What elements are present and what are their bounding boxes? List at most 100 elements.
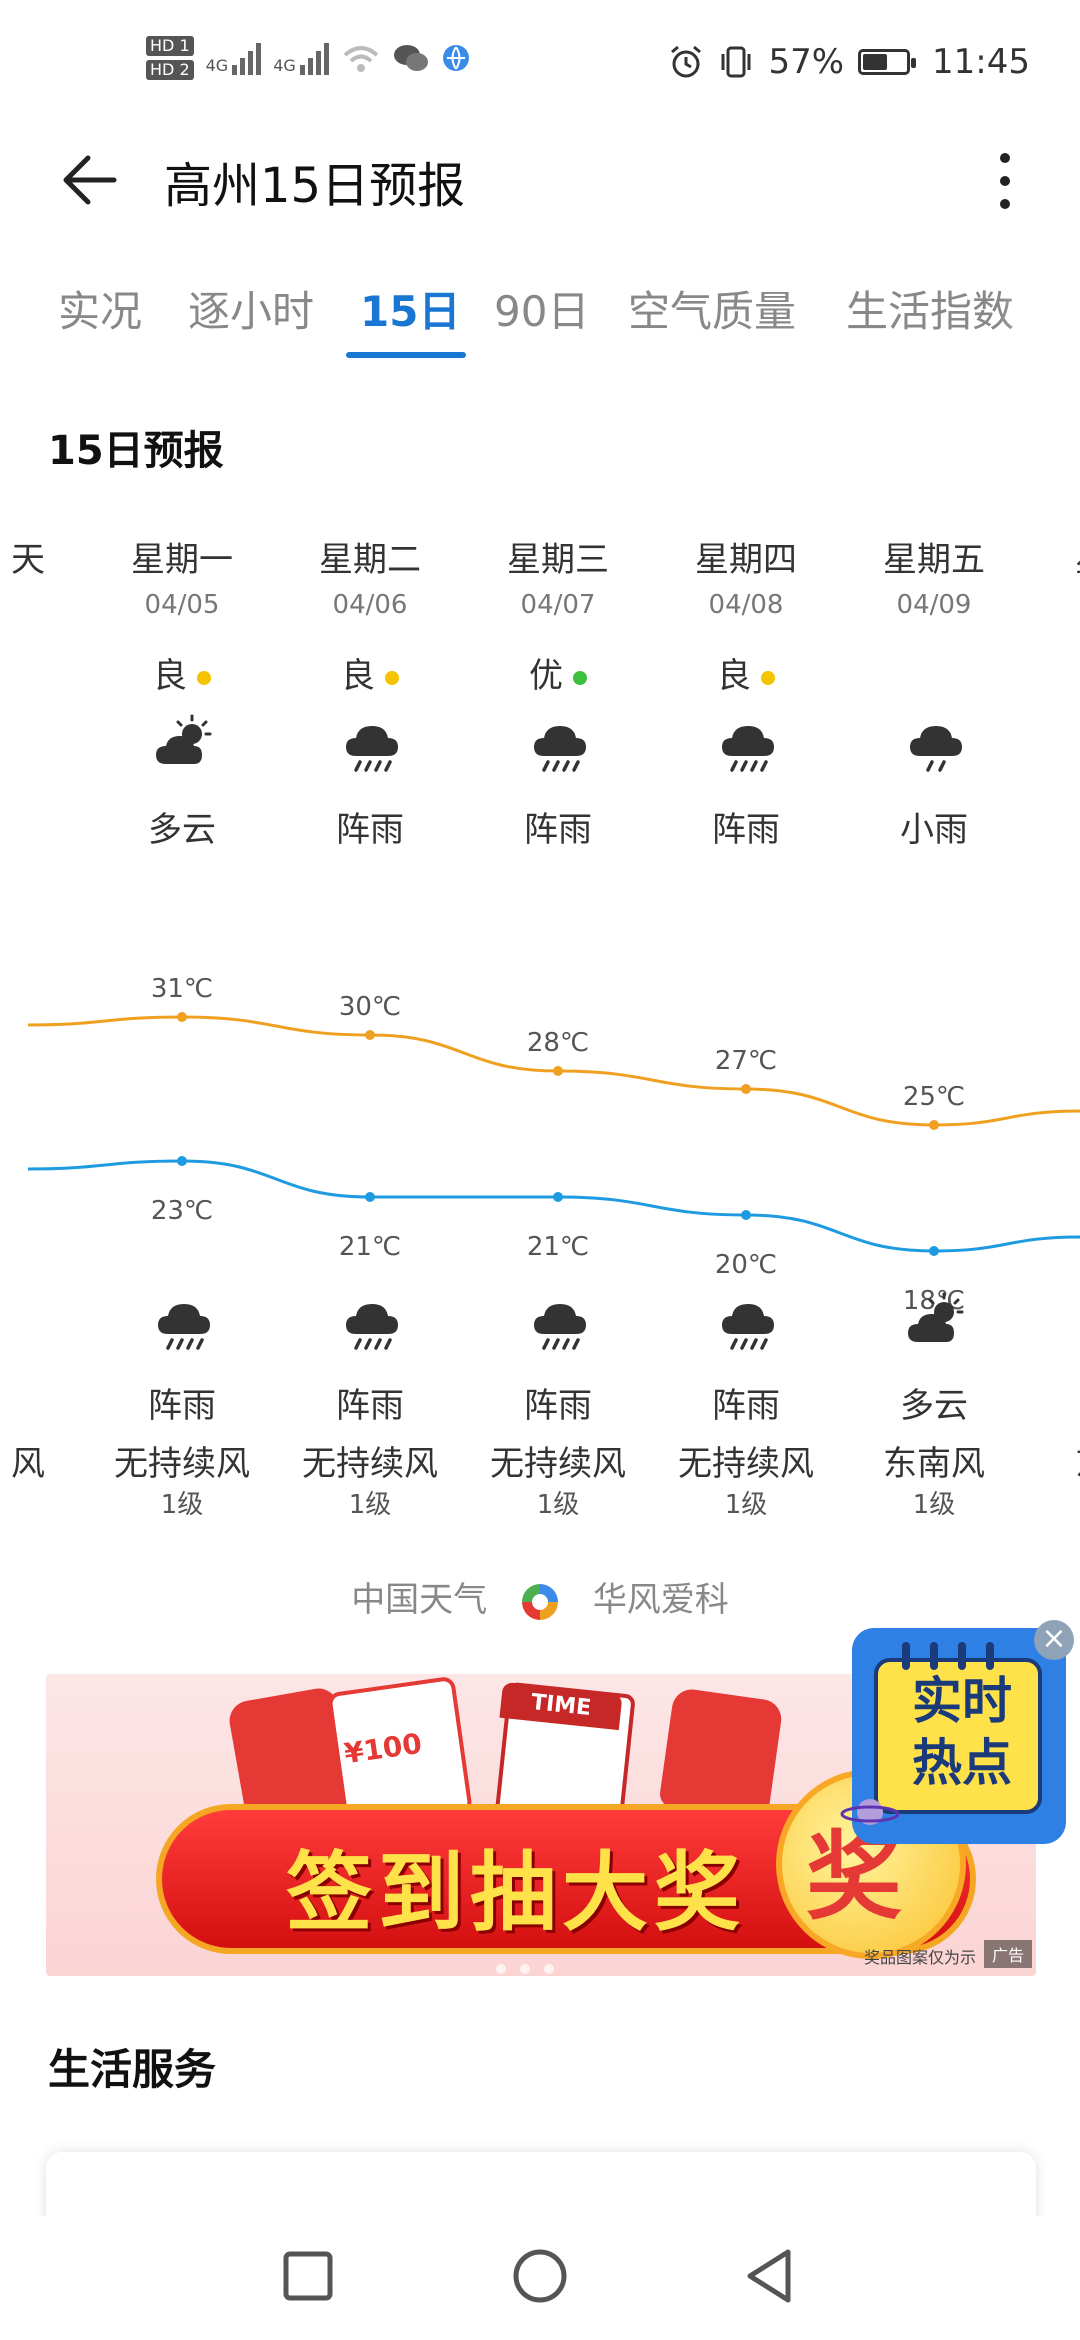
wind-level: 1级 [348, 1490, 392, 1520]
high-temp-label: 30℃ [339, 992, 401, 1022]
night-weather: 阵雨 [524, 1386, 592, 1426]
recent-apps-icon[interactable] [278, 2246, 338, 2306]
sim-indicators: HD 1 HD 2 [146, 36, 194, 80]
page-title: 高州15日预报 [164, 158, 466, 214]
tab-90day[interactable]: 90日 [494, 278, 589, 339]
tab-air-quality[interactable]: 空气质量 [628, 278, 796, 339]
battery-icon [858, 49, 917, 75]
partly-cloudy-night-icon [904, 1290, 968, 1354]
wind-direction: 东 [997, 1436, 1080, 1485]
date: 04/09 [896, 590, 972, 620]
hot-topics-label: 实时 热点 [912, 1672, 1012, 1792]
notebook-rings-icon [902, 1642, 994, 1670]
light-rain-icon [904, 712, 968, 776]
close-icon[interactable]: × [1034, 1620, 1074, 1660]
home-icon[interactable] [510, 2246, 570, 2306]
tab-hourly[interactable]: 逐小时 [188, 278, 314, 339]
tab-15day[interactable]: 15日 [360, 278, 460, 339]
status-left: HD 1 HD 2 4G 4G [146, 36, 471, 80]
more-options-icon[interactable] [990, 150, 1020, 212]
wind-direction: 无持续风 [114, 1444, 250, 1484]
night-weather: 阵雨 [712, 1386, 780, 1426]
high-temp-point [929, 1120, 939, 1130]
day-of-week: 星期一 [131, 540, 233, 580]
day-weather: 阵雨 [712, 810, 780, 850]
shower-icon [528, 712, 592, 776]
day-of-week: 星期三 [507, 540, 609, 580]
high-temp-point [741, 1084, 751, 1094]
planet-icon [840, 1799, 900, 1825]
section-title: 15日预报 [48, 428, 224, 474]
wind-direction: 无持续风 [302, 1444, 438, 1484]
wind-direction: 无持续风 [678, 1444, 814, 1484]
tab-bar: 实况 逐小时 15日 90日 空气质量 生活指数 [0, 268, 1080, 358]
shower-icon [152, 1290, 216, 1354]
low-temp-label: 21℃ [527, 1232, 589, 1262]
vibrate-icon [721, 46, 751, 78]
nav-back-icon[interactable] [740, 2246, 800, 2306]
high-temp-label: 27℃ [715, 1046, 777, 1076]
night-weather: 多云 [900, 1386, 968, 1426]
low-temp-point [741, 1210, 751, 1220]
air-quality: 良 [280, 648, 460, 697]
battery-percent: 57% [768, 42, 845, 82]
low-temp-label: 20℃ [715, 1250, 777, 1280]
day-of-week: 星期四 [695, 540, 797, 580]
low-temp-label: 21℃ [339, 1232, 401, 1262]
low-temp-point [365, 1192, 375, 1202]
status-right: 57% 11:45 [668, 42, 1030, 82]
day-weather: 多云 [148, 810, 216, 850]
ad-badge: 广告 [983, 1940, 1032, 1968]
date: 04/08 [708, 590, 784, 620]
air-quality: 优 [468, 648, 648, 697]
day-of-week: 星期二 [319, 540, 421, 580]
air-quality: 良 [92, 648, 272, 697]
aqi-dot [197, 670, 211, 685]
source-cma: 中国天气 [351, 1580, 488, 1620]
sim1-badge: HD 1 [146, 36, 194, 56]
high-temp-point [177, 1012, 187, 1022]
high-temp-label: 25℃ [903, 1082, 965, 1112]
date: 04/05 [144, 590, 220, 620]
wind-level: 1级 [724, 1490, 768, 1520]
system-nav-bar [0, 2216, 1080, 2340]
low-temp-point [177, 1156, 187, 1166]
status-bar: HD 1 HD 2 4G 4G 57% 11:45 [0, 0, 1080, 130]
partly-cloudy-icon [152, 712, 216, 776]
day-weather: 小雨 [900, 810, 968, 850]
shower-icon [716, 712, 780, 776]
red-packet-icon [658, 1686, 784, 1822]
carousel-dots [496, 1964, 554, 1974]
high-temp-point [365, 1030, 375, 1040]
high-temp-label: 31℃ [151, 974, 213, 1004]
wechat-icon [393, 45, 428, 71]
shower-icon [716, 1290, 780, 1354]
day-weather: 阵雨 [524, 810, 592, 850]
huafeng-logo-icon [522, 1583, 558, 1620]
day-of-week: 星 [1002, 532, 1080, 581]
day-of-week: 星期五 [883, 540, 985, 580]
alarm-icon [671, 45, 702, 78]
tab-live[interactable]: 实况 [58, 278, 142, 339]
forecast-scroller[interactable]: 31℃ 30℃ 28℃ 27℃ 25℃ 23℃ 21℃ 21℃ 20℃ 18℃ 天 风 星期一 0… [0, 520, 1080, 1520]
signal-2-icon: 4G [273, 41, 329, 75]
wifi-icon [343, 46, 379, 72]
tab-life-index[interactable]: 生活指数 [846, 278, 1014, 339]
source-huafeng: 华风爱科 [592, 1580, 729, 1620]
life-services-title: 生活服务 [48, 2045, 217, 2094]
back-arrow-icon[interactable] [60, 150, 120, 210]
hot-topics-widget[interactable]: 实时 热点 × [840, 1620, 1074, 1844]
low-temp-point [929, 1246, 939, 1256]
date: 04/06 [332, 590, 408, 620]
signal-1-icon: 4G [206, 41, 262, 75]
day-weather: 阵雨 [336, 810, 404, 850]
air-quality: 良 [656, 648, 836, 697]
aqi-dot [385, 670, 399, 685]
wind-level: 1级 [912, 1490, 956, 1520]
wind-level: 1级 [160, 1490, 204, 1520]
browser-icon [442, 45, 469, 71]
high-temp-label: 28℃ [527, 1028, 589, 1058]
clock: 11:45 [932, 42, 1030, 82]
low-temp-label: 23℃ [151, 1196, 213, 1226]
shower-icon [340, 1290, 404, 1354]
